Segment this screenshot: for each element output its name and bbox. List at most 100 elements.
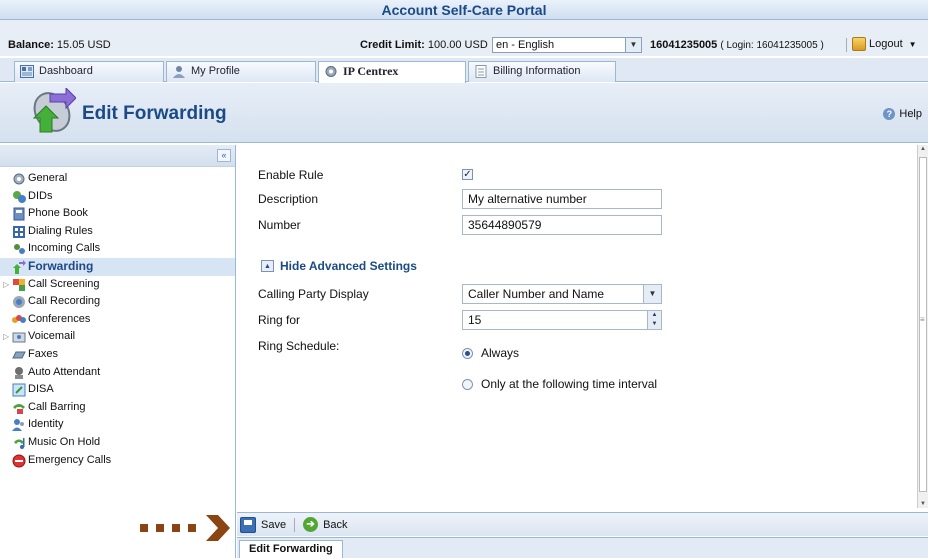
logout-label: Logout xyxy=(869,38,903,50)
stepper-arrows-icon[interactable]: ▲ ▼ xyxy=(647,311,661,329)
expand-icon[interactable]: ▷ xyxy=(3,276,9,294)
call-recording-icon xyxy=(13,296,25,309)
account-number: 16041235005 xyxy=(650,39,718,51)
tab-label: Billing Information xyxy=(493,65,581,77)
calling-party-label: Calling Party Display xyxy=(258,287,369,301)
sidebar-item-label: DISA xyxy=(28,383,54,396)
incoming-calls-icon xyxy=(14,244,25,255)
portal-title: Account Self-Care Portal xyxy=(0,0,928,20)
music-icon xyxy=(14,437,25,449)
page-title: Edit Forwarding xyxy=(82,103,227,124)
ring-for-stepper[interactable]: 15 ▲ ▼ xyxy=(462,310,662,330)
radio-interval[interactable] xyxy=(462,378,473,390)
tab-edit-forwarding[interactable]: Edit Forwarding xyxy=(239,540,343,558)
lock-icon xyxy=(852,37,866,51)
did-icon xyxy=(13,190,26,203)
description-field[interactable]: My alternative number xyxy=(462,189,662,209)
emergency-icon xyxy=(12,454,26,467)
sidebar-item-label: Dialing Rules xyxy=(28,224,93,237)
account-info-bar: Balance: 15.05 USD Credit Limit: 100.00 … xyxy=(0,20,928,56)
expand-icon[interactable]: ▷ xyxy=(3,328,9,346)
disa-icon xyxy=(12,383,26,397)
vertical-scrollbar[interactable]: ▲ ≡ ▼ xyxy=(917,145,928,508)
calling-party-value: Caller Number and Name xyxy=(468,287,605,301)
gear-icon xyxy=(13,173,25,185)
conferences-icon xyxy=(12,314,26,323)
chevron-down-icon: ▼ xyxy=(643,285,661,303)
tab-ip-centrex[interactable]: IP Centrex xyxy=(318,61,466,83)
help-button[interactable]: ? Help xyxy=(883,108,922,120)
logout-button[interactable]: Logout ▼ xyxy=(852,37,917,51)
toolbar-divider xyxy=(294,517,296,532)
collapse-sidebar-button[interactable]: « xyxy=(217,149,231,162)
sidebar-item-incoming-calls[interactable]: Incoming Calls xyxy=(0,240,235,258)
collapse-up-icon: ▲ xyxy=(261,260,274,272)
back-button[interactable]: ➔ Back xyxy=(303,517,348,532)
sidebar-item-dialing-rules[interactable]: Dialing Rules xyxy=(0,223,235,241)
advanced-settings-label: Hide Advanced Settings xyxy=(280,259,417,273)
dashboard-icon xyxy=(20,65,34,78)
tab-my-profile[interactable]: My Profile xyxy=(166,61,316,82)
fax-icon xyxy=(12,351,26,359)
number-label: Number xyxy=(258,218,301,232)
sidebar-item-auto-attendant[interactable]: Auto Attendant xyxy=(0,364,235,382)
sidebar-item-label: Voicemail xyxy=(28,330,76,343)
number-field[interactable]: 35644890579 xyxy=(462,215,662,235)
description-label: Description xyxy=(258,192,319,206)
advanced-settings-toggle[interactable]: ▲ Hide Advanced Settings xyxy=(261,259,417,273)
floppy-disk-icon xyxy=(240,516,256,533)
help-icon: ? xyxy=(883,108,896,120)
tab-label: Dashboard xyxy=(39,65,93,77)
sidebar-item-voicemail[interactable]: ▷ Voicemail xyxy=(0,328,235,346)
language-value: en - English xyxy=(496,39,555,51)
action-toolbar: Save ➔ Back xyxy=(237,512,928,536)
sidebar-item-general[interactable]: General xyxy=(0,170,235,188)
sidebar-item-emergency-calls[interactable]: Emergency Calls xyxy=(0,452,235,470)
scroll-down-icon[interactable]: ▼ xyxy=(920,501,926,507)
scroll-up-icon[interactable]: ▲ xyxy=(920,146,926,152)
chevron-down-icon: ▼ xyxy=(908,39,917,49)
sidebar-item-phone-book[interactable]: Phone Book xyxy=(0,205,235,223)
tab-billing-information[interactable]: Billing Information xyxy=(468,61,616,82)
sidebar-item-conferences[interactable]: Conferences xyxy=(0,311,235,329)
sidebar-item-dids[interactable]: DIDs xyxy=(0,188,235,206)
credit-label: Credit Limit: xyxy=(360,39,425,51)
sidebar-item-call-screening[interactable]: ▷ Call Screening xyxy=(0,276,235,294)
tab-dashboard[interactable]: Dashboard xyxy=(14,61,164,82)
sidebar-item-forwarding[interactable]: Forwarding xyxy=(0,257,235,276)
language-select[interactable]: en - English ▼ xyxy=(492,37,642,53)
schedule-always-label: Always xyxy=(481,346,520,360)
sidebar-item-label: Call Recording xyxy=(28,295,101,308)
calling-party-select[interactable]: Caller Number and Name ▼ xyxy=(462,284,662,304)
scrollbar-thumb[interactable] xyxy=(919,157,927,492)
tab-label: IP Centrex xyxy=(343,64,399,78)
sidebar-item-disa[interactable]: DISA xyxy=(0,381,235,399)
sidebar-item-identity[interactable]: Identity xyxy=(0,416,235,434)
document-icon xyxy=(475,65,487,78)
grip-icon: ≡ xyxy=(920,315,925,324)
phone-book-icon xyxy=(13,207,25,221)
ring-for-value: 15 xyxy=(468,313,482,327)
back-arrow-icon: ➔ xyxy=(303,517,319,532)
save-button[interactable]: Save xyxy=(240,516,286,533)
schedule-interval-option[interactable]: Only at the following time interval xyxy=(462,377,657,391)
balance: Balance: 15.05 USD xyxy=(8,39,111,51)
enable-rule-label: Enable Rule xyxy=(258,168,324,182)
chevron-down-icon: ▼ xyxy=(625,38,641,52)
sidebar-item-faxes[interactable]: Faxes xyxy=(0,346,235,364)
gear-icon xyxy=(325,66,337,77)
sidebar-item-call-barring[interactable]: Call Barring xyxy=(0,399,235,417)
sidebar-nav: General DIDs Phone Book Dialing Rules In… xyxy=(0,170,235,469)
enable-rule-checkbox[interactable]: ✓ xyxy=(462,169,473,180)
radio-always[interactable] xyxy=(462,347,473,359)
schedule-always-option[interactable]: Always xyxy=(462,346,519,360)
credit-value: 100.00 USD xyxy=(427,39,488,51)
call-barring-icon xyxy=(13,403,25,414)
ring-for-label: Ring for xyxy=(258,313,301,327)
sidebar-item-call-recording[interactable]: Call Recording xyxy=(0,293,235,311)
sidebar-item-label: Call Screening xyxy=(28,277,100,290)
balance-value: 15.05 USD xyxy=(56,39,111,51)
sidebar-item-music-on-hold[interactable]: Music On Hold xyxy=(0,434,235,452)
help-label: Help xyxy=(899,108,922,120)
user-icon xyxy=(173,66,185,78)
